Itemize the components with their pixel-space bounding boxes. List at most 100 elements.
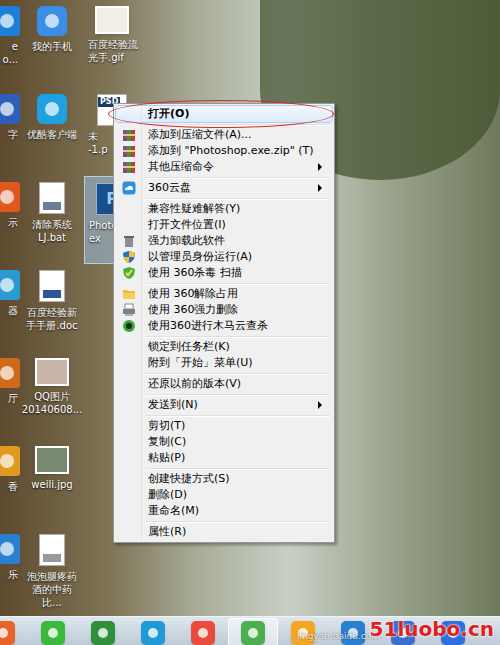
trojan-scan-icon [122, 319, 136, 333]
menu-item[interactable]: 打开(O) [116, 106, 332, 122]
desktop-icon[interactable]: 香 [0, 440, 20, 528]
desktop-icon-label: 器 [8, 304, 20, 317]
menu-item[interactable]: 属性(R) [116, 524, 332, 540]
menu-item-label: 添加到压缩文件(A)... [142, 127, 332, 143]
menu-separator [116, 466, 332, 471]
desktop-icon[interactable]: 百度经验新 手手册.doc [24, 264, 80, 352]
menu-item-label: 添加到 "Photoshop.exe.zip" (T) [142, 143, 332, 159]
menu-item[interactable]: 重命名(M) [116, 503, 332, 519]
taskbar-app-icon [91, 621, 115, 645]
menu-item-label: 锁定到任务栏(K) [142, 339, 332, 355]
menu-item[interactable]: 打开文件位置(I) [116, 217, 332, 233]
desktop-icon[interactable]: 示 [0, 176, 20, 264]
menu-separator [116, 519, 332, 524]
menu-item[interactable]: 锁定到任务栏(K) [116, 339, 332, 355]
menu-item-label: 其他压缩命令 [142, 159, 316, 175]
desktop-icon-column: e o...字示器厅香乐 [0, 0, 20, 616]
app-icon [0, 182, 20, 212]
menu-item[interactable]: 添加到压缩文件(A)... [116, 127, 332, 143]
desktop-icon[interactable]: weili.jpg [24, 440, 80, 528]
app-icon [0, 446, 20, 476]
menu-separator [116, 281, 332, 286]
menu-item[interactable]: 强力卸载此软件 [116, 233, 332, 249]
archive-books-icon [122, 128, 136, 142]
menu-item-label: 属性(R) [142, 524, 332, 540]
menu-item[interactable]: 360云盘 [116, 180, 332, 196]
menu-item[interactable]: 使用 360强力删除 [116, 302, 332, 318]
desktop-icon[interactable]: QQ图片 20140608... [24, 352, 80, 440]
image-thumbnail-icon [35, 446, 69, 474]
menu-item[interactable]: 创建快捷方式(S) [116, 471, 332, 487]
taskbar-button[interactable] [28, 618, 78, 645]
taskbar-button[interactable] [128, 618, 178, 645]
menu-group: 属性(R) [114, 519, 334, 540]
menu-item-label: 创建快捷方式(S) [142, 471, 332, 487]
desktop-icon[interactable]: 器 [0, 264, 20, 352]
desktop-icon[interactable]: 清除系统 LJ.bat [24, 176, 80, 264]
menu-item[interactable]: 使用 360杀毒 扫描 [116, 265, 332, 281]
menu-group: 添加到压缩文件(A)...添加到 "Photoshop.exe.zip" (T)… [114, 122, 334, 175]
menu-group: 创建快捷方式(S)删除(D)重命名(M) [114, 466, 334, 519]
menu-group: 还原以前的版本(V) [114, 371, 334, 392]
desktop-icon-label: 未 -1.p [84, 130, 108, 156]
menu-item-label: 粘贴(P) [142, 450, 332, 466]
taskbar-button[interactable] [78, 618, 128, 645]
menu-item[interactable]: 使用360进行木马云查杀 [116, 318, 332, 334]
desktop-icon[interactable]: 泡泡腿疼药 酒的中药比... [24, 528, 80, 616]
taskbar-app-icon [141, 621, 165, 645]
shredder-icon [122, 303, 136, 317]
app-icon [0, 358, 20, 388]
menu-item[interactable]: 发送到(N) [116, 397, 332, 413]
menu-item[interactable]: 其他压缩命令 [116, 159, 332, 175]
trash-icon [122, 234, 136, 248]
desktop-icon-label: 优酷客户端 [27, 128, 77, 141]
menu-item-label: 打开(O) [142, 106, 332, 122]
menu-item-label: 使用 360强力删除 [142, 302, 332, 318]
desktop-icon[interactable]: 百度经验流 光手.gif [84, 0, 140, 88]
menu-item-label: 还原以前的版本(V) [142, 376, 332, 392]
desktop-icon[interactable]: 优酷客户端 [24, 88, 80, 176]
menu-item-label: 强力卸载此软件 [142, 233, 332, 249]
taskbar-app-icon [0, 621, 15, 645]
menu-item[interactable]: 添加到 "Photoshop.exe.zip" (T) [116, 143, 332, 159]
menu-group: 剪切(T)复制(C)粘贴(P) [114, 413, 334, 466]
menu-item-label: 重命名(M) [142, 503, 332, 519]
taskbar-button[interactable] [178, 618, 228, 645]
menu-separator [116, 196, 332, 201]
menu-item-label: 删除(D) [142, 487, 332, 503]
desktop-icon[interactable]: 我的手机 [24, 0, 80, 88]
menu-item[interactable]: 还原以前的版本(V) [116, 376, 332, 392]
taskbar-button[interactable] [228, 618, 278, 645]
desktop-icon-column: 我的手机优酷客户端清除系统 LJ.bat 百度经验新 手手册.doc QQ图片 20… [24, 0, 80, 616]
menu-item-label: 附到「开始」菜单(U) [142, 355, 332, 371]
context-menu: 打开(O)添加到压缩文件(A)...添加到 "Photoshop.exe.zip… [113, 103, 335, 543]
menu-item[interactable]: 剪切(T) [116, 418, 332, 434]
menu-item-label: 打开文件位置(I) [142, 217, 332, 233]
desktop-icon-label: weili.jpg [31, 478, 72, 491]
desktop-icon-label: 示 [8, 216, 20, 229]
archive-books-icon [122, 144, 136, 158]
desktop-icon[interactable]: 厅 [0, 352, 20, 440]
desktop-icon[interactable]: 字 [0, 88, 20, 176]
menu-item[interactable]: 粘贴(P) [116, 450, 332, 466]
menu-separator [116, 334, 332, 339]
app-icon [37, 6, 67, 36]
menu-item[interactable]: 兼容性疑难解答(Y) [116, 201, 332, 217]
menu-item-label: 360云盘 [142, 180, 316, 196]
desktop-icon-label: 百度经验新 手手册.doc [26, 306, 77, 332]
menu-item[interactable]: 附到「开始」菜单(U) [116, 355, 332, 371]
taskbar-button[interactable] [0, 618, 28, 645]
menu-item[interactable]: 以管理员身份运行(A) [116, 249, 332, 265]
desktop-icon-label: 乐 [8, 568, 20, 581]
app-icon [37, 94, 67, 124]
menu-item[interactable]: 使用 360解除占用 [116, 286, 332, 302]
desktop-icon-label: 清除系统 LJ.bat [32, 218, 72, 244]
menu-item[interactable]: 复制(C) [116, 434, 332, 450]
menu-group: 打开(O) [114, 106, 334, 122]
menu-item[interactable]: 删除(D) [116, 487, 332, 503]
desktop-icon-label: 百度经验流 光手.gif [84, 38, 138, 64]
desktop-icon[interactable]: 乐 [0, 528, 20, 616]
desktop-icon[interactable]: e o... [0, 0, 20, 88]
menu-item-label: 以管理员身份运行(A) [142, 249, 332, 265]
menu-group: 兼容性疑难解答(Y)打开文件位置(I)强力卸载此软件以管理员身份运行(A)使用 … [114, 196, 334, 281]
